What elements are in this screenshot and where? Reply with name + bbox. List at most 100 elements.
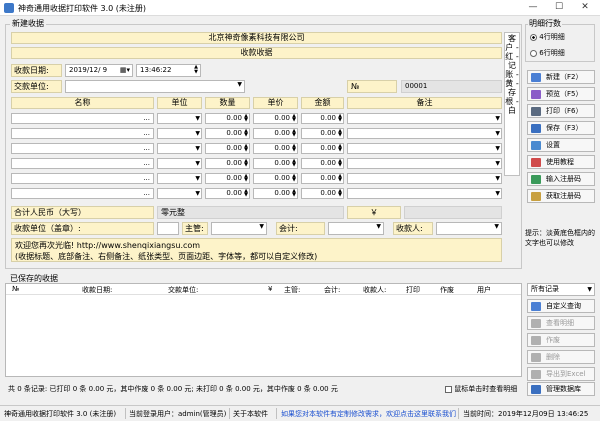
item-remark-dropdown[interactable]: ▼ (347, 188, 502, 199)
item-amount-field[interactable]: 0.00 ▲ ▼ (301, 188, 344, 199)
get-code-button[interactable]: 获取注册码 (527, 189, 595, 203)
item-price-field[interactable]: 0.00 ▲ ▼ (253, 173, 298, 184)
minimize-button[interactable]: — (520, 0, 546, 15)
yen-label[interactable]: ￥ (347, 206, 401, 219)
grid-col-header[interactable]: 会计: (324, 285, 340, 295)
col-unit-header[interactable]: 单位 (157, 97, 202, 109)
save-button[interactable]: 保存（F3） (527, 121, 595, 135)
col-qty-header[interactable]: 数量 (205, 97, 250, 109)
close-button[interactable]: ✕ (572, 0, 598, 15)
spinner-icon[interactable]: ▲ ▼ (292, 129, 296, 138)
custom-dev-link[interactable]: 如果您对本软件有定制修改需求，欢迎点击这里联系我们 (281, 409, 456, 419)
about-link[interactable]: 关于本软件 (233, 409, 268, 419)
item-qty-field[interactable]: 0.00 ▲ ▼ (205, 173, 250, 184)
ellipsis-icon[interactable]: ... (143, 159, 150, 168)
item-amount-field[interactable]: 0.00 ▲ ▼ (301, 128, 344, 139)
saved-receipts-grid[interactable] (5, 283, 522, 377)
ellipsis-icon[interactable]: ... (143, 189, 150, 198)
manage-db-button[interactable]: 管理数据库 (527, 382, 595, 396)
grid-col-header[interactable]: 收款日期: (82, 285, 112, 295)
ellipsis-icon[interactable]: ... (143, 174, 150, 183)
spinner-icon[interactable]: ▲ ▼ (338, 129, 342, 138)
item-qty-field[interactable]: 0.00 ▲ ▼ (205, 143, 250, 154)
col-name-header[interactable]: 名称 (11, 97, 154, 109)
spinner-icon[interactable]: ▲ ▼ (244, 129, 248, 138)
bottom-remark-field[interactable]: 欢迎您再次光临! http://www.shenqixiangsu.com (收… (11, 238, 502, 262)
calendar-icon[interactable]: ▦▾ (120, 65, 130, 76)
item-price-field[interactable]: 0.00 ▲ ▼ (253, 158, 298, 169)
item-price-field[interactable]: 0.00 ▲ ▼ (253, 128, 298, 139)
spinner-icon[interactable]: ▲ ▼ (338, 159, 342, 168)
col-remark-header[interactable]: 备注 (347, 97, 502, 109)
item-name-cell[interactable]: ... (11, 173, 154, 184)
item-remark-dropdown[interactable]: ▼ (347, 128, 502, 139)
grid-col-header[interactable]: ¥ (268, 285, 272, 295)
export-excel-button[interactable]: 导出到Excel (527, 367, 595, 381)
maximize-button[interactable]: ☐ (546, 0, 572, 15)
item-remark-dropdown[interactable]: ▼ (347, 113, 502, 124)
item-price-field[interactable]: 0.00 ▲ ▼ (253, 188, 298, 199)
print-button[interactable]: 打印（F6） (527, 104, 595, 118)
date-label[interactable]: 收款日期: (11, 64, 62, 77)
spinner-icon[interactable]: ▲ ▼ (244, 174, 248, 183)
item-qty-field[interactable]: 0.00 ▲ ▼ (205, 188, 250, 199)
item-unit-dropdown[interactable]: ▼ (157, 128, 202, 139)
supervisor-label[interactable]: 主管: (182, 222, 208, 235)
spinner-icon[interactable]: ▲ ▼ (338, 144, 342, 153)
col-amount-header[interactable]: 金额 (301, 97, 344, 109)
settings-button[interactable]: 设置 (527, 138, 595, 152)
item-name-cell[interactable]: ... (11, 128, 154, 139)
ellipsis-icon[interactable]: ... (143, 144, 150, 153)
spinner-icon[interactable]: ▲ ▼ (244, 159, 248, 168)
item-name-cell[interactable]: ... (11, 158, 154, 169)
radio-4-rows[interactable]: 4行明细 (530, 32, 565, 42)
item-unit-dropdown[interactable]: ▼ (157, 188, 202, 199)
item-unit-dropdown[interactable]: ▼ (157, 113, 202, 124)
col-price-header[interactable]: 单价 (253, 97, 298, 109)
item-unit-dropdown[interactable]: ▼ (157, 158, 202, 169)
payee-field[interactable] (157, 222, 179, 235)
delete-button[interactable]: 删除 (527, 350, 595, 364)
item-price-field[interactable]: 0.00 ▲ ▼ (253, 113, 298, 124)
spinner-icon[interactable]: ▲ ▼ (244, 114, 248, 123)
item-amount-field[interactable]: 0.00 ▲ ▼ (301, 173, 344, 184)
receipt-title-field[interactable]: 收款收据 (11, 47, 502, 59)
spinner-icon[interactable]: ▲ ▼ (292, 174, 296, 183)
item-qty-field[interactable]: 0.00 ▲ ▼ (205, 128, 250, 139)
payer-label[interactable]: 交款单位: (11, 80, 62, 93)
preview-button[interactable]: 预览（F5） (527, 87, 595, 101)
grid-col-header[interactable]: 打印 (406, 285, 420, 295)
ellipsis-icon[interactable]: ... (143, 129, 150, 138)
void-button[interactable]: 作废 (527, 333, 595, 347)
supervisor-dropdown[interactable]: ▼ (211, 222, 267, 235)
receiver-label[interactable]: 收款人: (393, 222, 433, 235)
new-button[interactable]: 新建（F2） (527, 70, 595, 84)
spinner-icon[interactable]: ▲ ▼ (292, 144, 296, 153)
company-name-field[interactable]: 北京神奇像素科技有限公司 (11, 32, 502, 44)
item-remark-dropdown[interactable]: ▼ (347, 173, 502, 184)
receipt-no-field[interactable]: 00001 (401, 80, 502, 93)
view-detail-button[interactable]: 查看明细 (527, 316, 595, 330)
record-filter-dropdown[interactable]: 所有记录 ▼ (527, 283, 595, 296)
spinner-icon[interactable]: ▲ ▼ (338, 189, 342, 198)
ellipsis-icon[interactable]: ... (143, 114, 150, 123)
item-name-cell[interactable]: ... (11, 143, 154, 154)
grid-col-header[interactable]: 主管: (284, 285, 300, 295)
grid-col-header[interactable]: 交款单位: (168, 285, 198, 295)
payee-label[interactable]: 收款单位（盖章）: (11, 222, 154, 235)
spinner-icon[interactable]: ▲ ▼ (338, 174, 342, 183)
spinner-icon[interactable]: ▲ ▼ (292, 189, 296, 198)
click-view-checkbox[interactable]: 鼠标单击时查看明细 (445, 384, 517, 394)
accountant-dropdown[interactable]: ▼ (328, 222, 384, 235)
spinner-icon[interactable]: ▲ ▼ (244, 144, 248, 153)
time-field[interactable]: 13:46:22 ▲ ▼ (136, 64, 201, 77)
accountant-label[interactable]: 会计: (276, 222, 325, 235)
spinner-icon[interactable]: ▲ ▼ (338, 114, 342, 123)
item-amount-field[interactable]: 0.00 ▲ ▼ (301, 143, 344, 154)
item-unit-dropdown[interactable]: ▼ (157, 173, 202, 184)
item-amount-field[interactable]: 0.00 ▲ ▼ (301, 158, 344, 169)
grid-col-header[interactable]: 用户 (477, 285, 491, 295)
enter-code-button[interactable]: 输入注册码 (527, 172, 595, 186)
receiver-dropdown[interactable]: ▼ (436, 222, 502, 235)
tutorial-button[interactable]: 使用教程 (527, 155, 595, 169)
